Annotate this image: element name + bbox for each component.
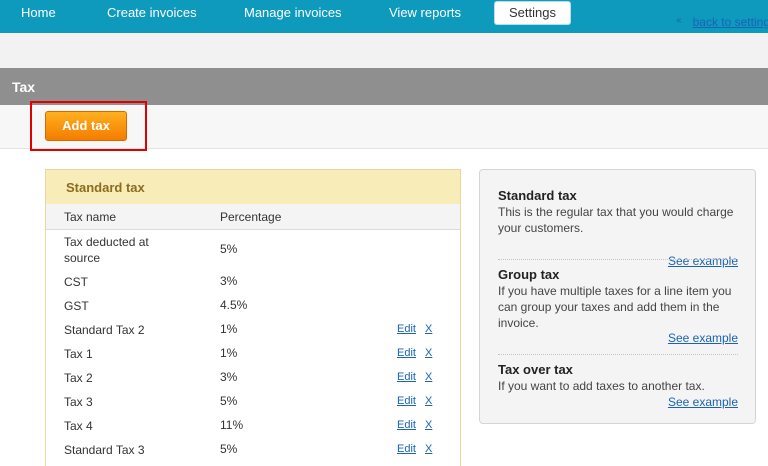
- section-title: Tax: [12, 79, 36, 95]
- back-to-settings-link[interactable]: back to settings: [693, 15, 768, 29]
- delete-link[interactable]: X: [425, 323, 432, 335]
- tax-percentage-cell: 5%: [220, 394, 238, 408]
- back-arrow-icon: «: [676, 15, 682, 26]
- help-standard-tax: Standard tax This is the regular tax tha…: [498, 188, 738, 268]
- edit-link[interactable]: Edit: [397, 347, 416, 359]
- table-header: Tax name Percentage: [46, 204, 460, 230]
- help-text: If you have multiple taxes for a line it…: [498, 284, 732, 330]
- see-example-link[interactable]: See example: [668, 254, 738, 268]
- help-title: Standard tax: [498, 188, 577, 203]
- nav-home[interactable]: Home: [21, 0, 56, 26]
- delete-link[interactable]: X: [425, 395, 432, 407]
- edit-link[interactable]: Edit: [397, 443, 416, 455]
- tax-percentage-cell: 4.5%: [220, 298, 248, 312]
- top-navigation: Home Create invoices Manage invoices Vie…: [0, 0, 768, 33]
- tax-name-cell: Standard Tax 2: [64, 323, 145, 337]
- column-header-percentage: Percentage: [220, 210, 282, 224]
- tax-name-cell: Standard Tax 3: [64, 443, 145, 457]
- help-group-tax: Group tax If you have multiple taxes for…: [498, 267, 738, 345]
- tax-percentage-cell: 3%: [220, 274, 238, 288]
- delete-link[interactable]: X: [425, 443, 432, 455]
- nav-view-reports[interactable]: View reports: [389, 0, 461, 26]
- tax-percentage-cell: 5%: [220, 242, 238, 256]
- help-tax-over-tax: Tax over tax If you want to add taxes to…: [498, 362, 738, 409]
- nav-manage-invoices[interactable]: Manage invoices: [244, 0, 342, 26]
- section-header: Tax: [0, 68, 768, 105]
- tax-name-cell: GST: [64, 299, 89, 313]
- tax-name-cell: Tax 1: [64, 347, 93, 361]
- tax-percentage-cell: 5%: [220, 442, 238, 456]
- panel-title: Standard tax: [66, 180, 145, 195]
- tax-percentage-cell: 11%: [220, 418, 244, 432]
- add-tax-button[interactable]: Add tax: [45, 111, 127, 141]
- tax-percentage-cell: 1%: [220, 322, 238, 336]
- tax-name-cell: Tax 2: [64, 371, 93, 385]
- nav-create-invoices[interactable]: Create invoices: [107, 0, 197, 26]
- tax-percentage-cell: 1%: [220, 346, 238, 360]
- divider: [498, 354, 738, 355]
- tax-name-cell: Tax deducted at source: [64, 235, 149, 265]
- tax-percentage-cell: 3%: [220, 370, 238, 384]
- help-text: If you want to add taxes to another tax.: [498, 379, 705, 393]
- standard-tax-panel: Standard tax Tax name Percentage Tax ded…: [45, 169, 461, 466]
- delete-link[interactable]: X: [425, 371, 432, 383]
- edit-link[interactable]: Edit: [397, 323, 416, 335]
- tax-name-cell: CST: [64, 275, 88, 289]
- divider: [498, 259, 738, 260]
- delete-link[interactable]: X: [425, 347, 432, 359]
- delete-link[interactable]: X: [425, 419, 432, 431]
- tax-help-box: Standard tax This is the regular tax tha…: [479, 169, 756, 424]
- tax-name-cell: Tax 4: [64, 419, 93, 433]
- panel-header: Standard tax: [46, 170, 460, 205]
- help-text: This is the regular tax that you would c…: [498, 205, 734, 235]
- edit-link[interactable]: Edit: [397, 371, 416, 383]
- column-header-tax-name: Tax name: [64, 210, 117, 224]
- back-link-bar: [0, 33, 768, 68]
- edit-link[interactable]: Edit: [397, 395, 416, 407]
- edit-link[interactable]: Edit: [397, 419, 416, 431]
- help-title: Tax over tax: [498, 362, 573, 377]
- tax-name-cell: Tax 3: [64, 395, 93, 409]
- help-title: Group tax: [498, 267, 560, 282]
- see-example-link[interactable]: See example: [668, 395, 738, 409]
- see-example-link[interactable]: See example: [668, 331, 738, 345]
- nav-settings[interactable]: Settings: [495, 2, 570, 24]
